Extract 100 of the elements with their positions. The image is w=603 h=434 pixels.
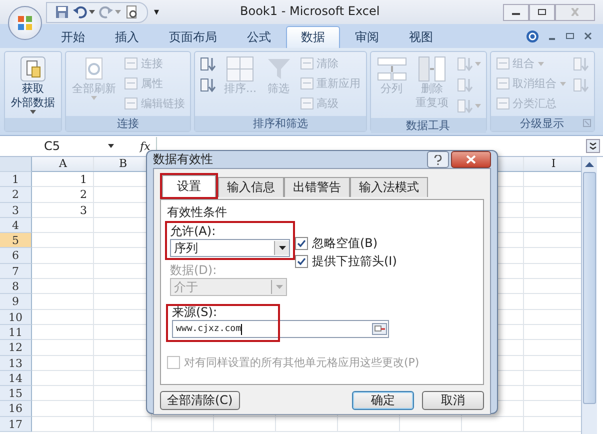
caret-icon <box>276 285 282 289</box>
field-label: 来源(S): <box>172 305 218 320</box>
group-label: 数据工具 <box>406 118 450 133</box>
source-input[interactable]: www.cjxz.com <box>172 320 389 338</box>
arrow-icon <box>200 56 216 72</box>
ribbon-tab[interactable]: 页面布局 <box>154 26 232 48</box>
ribbon-tab[interactable]: 审阅 <box>340 26 394 48</box>
cell-value: 3 <box>79 204 87 218</box>
caret-icon <box>278 246 286 250</box>
arrow-icon <box>456 56 472 72</box>
scroll-thumb[interactable] <box>583 172 596 404</box>
restore-button[interactable] <box>529 4 555 20</box>
document-icon <box>20 56 46 82</box>
ribbon-button[interactable]: 获取 外部数据 <box>8 54 58 116</box>
arrow-icon <box>456 98 472 114</box>
dialog-tab[interactable]: 输入信息 <box>218 177 284 197</box>
restore-icon <box>537 8 547 16</box>
checkbox[interactable] <box>295 237 308 250</box>
dialog-button[interactable]: 取消 <box>422 391 484 410</box>
column-header[interactable]: A <box>32 157 94 171</box>
row-header[interactable]: 13 <box>0 356 32 371</box>
expand-icon[interactable] <box>586 139 600 153</box>
close-button[interactable] <box>451 151 491 168</box>
command-icon <box>300 97 314 110</box>
checkbox-label: 忽略空值(B) <box>312 235 378 252</box>
row-header[interactable]: 14 <box>0 370 32 386</box>
allow-dropdown[interactable]: 序列 <box>170 239 290 257</box>
dialog-tab[interactable]: 出错警告 <box>284 177 350 197</box>
insert-function-button[interactable]: fx <box>140 140 150 152</box>
office-button[interactable] <box>8 6 42 40</box>
row-header[interactable]: 4 <box>0 218 32 234</box>
dialog-tab[interactable]: 输入法模式 <box>350 177 428 197</box>
field-label: 数据(D): <box>170 263 218 278</box>
undo-icon[interactable] <box>73 5 87 19</box>
command-icon <box>300 77 314 90</box>
split-columns-icon <box>376 56 406 82</box>
checkbox[interactable] <box>295 255 308 268</box>
close-icon <box>570 8 580 16</box>
dialog-title: 数据有效性 <box>153 151 213 168</box>
group-label: 分级显示 <box>520 116 564 131</box>
command-icon <box>496 77 510 90</box>
command-icon <box>300 57 314 70</box>
row-header[interactable]: 3 <box>0 202 32 218</box>
arrow-icon <box>456 77 472 93</box>
column-header[interactable]: I <box>524 157 581 171</box>
dialog-tab[interactable]: 设置 <box>162 175 216 197</box>
funnel-icon <box>266 56 292 82</box>
minimize-button[interactable] <box>503 4 529 20</box>
ribbon-tab[interactable]: 开始 <box>46 26 100 48</box>
row-header[interactable]: 8 <box>0 279 32 294</box>
row-header[interactable]: 17 <box>0 416 32 432</box>
ribbon-tab[interactable]: 插入 <box>100 26 154 48</box>
row-header[interactable]: 6 <box>0 248 32 264</box>
arrow-icon <box>572 56 588 72</box>
row-header[interactable]: 5 <box>0 233 32 248</box>
group-label: 排序和筛选 <box>252 116 308 131</box>
name-box[interactable]: C5 <box>2 138 102 154</box>
table-columns-icon <box>418 56 446 82</box>
customize-toolbar-button[interactable]: ▾ <box>154 6 160 18</box>
command-icon <box>496 57 510 70</box>
row-header[interactable]: 15 <box>0 386 32 402</box>
row-header[interactable]: 10 <box>0 310 32 325</box>
scroll-up-icon[interactable] <box>584 160 595 168</box>
caret-icon[interactable] <box>89 10 95 14</box>
window-title: Book1 - Microsoft Excel <box>240 4 380 18</box>
close-icon <box>466 155 476 164</box>
caret-icon[interactable] <box>108 144 114 148</box>
ribbon-tab[interactable]: 视图 <box>394 26 448 48</box>
row-header[interactable]: 2 <box>0 187 32 203</box>
close-icon[interactable] <box>583 31 593 41</box>
command-icon <box>496 97 510 110</box>
help-icon[interactable] <box>526 30 539 42</box>
checkbox-label: 对有同样设置的所有其他单元格应用这些更改(P) <box>184 355 420 370</box>
checkbox-label: 提供下拉箭头(I) <box>312 253 397 270</box>
cell-value: 1 <box>79 173 87 187</box>
field-label: 允许(A): <box>170 224 217 239</box>
dialog-button[interactable]: 全部清除(C) <box>160 391 240 410</box>
row-header[interactable]: 11 <box>0 324 32 340</box>
dialog-button[interactable]: 确定 <box>352 391 414 410</box>
print-preview-icon[interactable] <box>125 5 139 19</box>
row-header[interactable]: 1 <box>0 172 32 188</box>
row-header[interactable]: 9 <box>0 294 32 310</box>
office-logo-icon <box>17 15 33 31</box>
arrow-icon <box>572 77 588 93</box>
vertical-scrollbar[interactable] <box>581 157 597 434</box>
command-icon <box>124 97 138 110</box>
command-icon <box>124 57 138 70</box>
group-label: 连接 <box>117 116 139 131</box>
command-icon <box>124 77 138 90</box>
row-header[interactable]: 12 <box>0 340 32 356</box>
arrow-icon <box>200 77 216 93</box>
ribbon-tab[interactable]: 公式 <box>232 26 286 48</box>
ribbon-tab[interactable]: 数据 <box>286 26 340 48</box>
row-header[interactable]: 16 <box>0 401 32 417</box>
help-button[interactable] <box>427 151 449 168</box>
row-header[interactable]: 7 <box>0 264 32 280</box>
cell-value: 2 <box>79 188 87 202</box>
collapse-dialog-icon[interactable] <box>372 323 387 335</box>
restore-icon[interactable] <box>565 31 575 41</box>
save-icon[interactable] <box>55 5 69 19</box>
